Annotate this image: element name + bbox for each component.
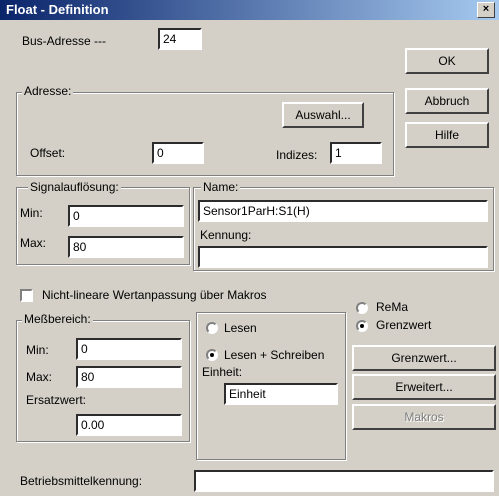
indizes-label: Indizes:	[276, 148, 318, 162]
signal-min-label: Min:	[20, 206, 43, 220]
betriebsmittel-input[interactable]	[194, 470, 494, 492]
signal-group-title: Signalauflösung:	[28, 180, 121, 194]
messbereich-max-input[interactable]: 80	[76, 366, 182, 388]
title-bar[interactable]: Float - Definition ×	[0, 0, 499, 20]
ersatzwert-label: Ersatzwert:	[26, 393, 87, 407]
auswahl-button[interactable]: Auswahl...	[282, 102, 364, 128]
messbereich-min-input[interactable]: 0	[76, 338, 182, 360]
betriebsmittel-label: Betriebsmittelkennung:	[20, 474, 143, 488]
ok-button[interactable]: OK	[405, 48, 489, 74]
name-group-title: Name:	[201, 180, 241, 194]
close-button[interactable]: ×	[477, 2, 495, 18]
grenzwert-button[interactable]: Grenzwert...	[352, 345, 496, 371]
ersatzwert-input[interactable]: 0.00	[76, 414, 182, 436]
signal-max-input[interactable]: 80	[68, 236, 184, 258]
bus-address-label: Bus-Adresse ---	[22, 34, 107, 48]
signal-min-input[interactable]: 0	[68, 205, 184, 227]
einheit-input[interactable]: Einheit	[224, 383, 338, 405]
float-definition-dialog: Float - Definition × Bus-Adresse --- 24 …	[0, 0, 499, 496]
lesen-radio-label: Lesen	[224, 321, 257, 335]
offset-label: Offset:	[30, 146, 66, 160]
grenzwert-radio-label: Grenzwert	[376, 318, 432, 332]
abbruch-button[interactable]: Abbruch	[405, 88, 489, 114]
nonlinear-checkbox[interactable]	[20, 289, 33, 302]
kennung-label: Kennung:	[200, 228, 252, 242]
window-title: Float - Definition	[6, 2, 109, 17]
erweitert-button[interactable]: Erweitert...	[352, 374, 496, 400]
indizes-input[interactable]: 1	[330, 142, 382, 164]
makros-button[interactable]: Makros	[352, 404, 496, 430]
einheit-label: Einheit:	[202, 365, 243, 379]
signal-max-label: Max:	[20, 236, 47, 250]
offset-input[interactable]: 0	[152, 142, 204, 164]
name-input[interactable]: Sensor1ParH:S1(H)	[198, 200, 488, 222]
lesen-radio[interactable]	[206, 322, 218, 334]
messbereich-group-title: Meßbereich:	[22, 312, 93, 326]
messbereich-min-label: Min:	[26, 343, 49, 357]
nonlinear-checkbox-label: Nicht-lineare Wertanpassung über Makros	[42, 288, 267, 302]
bus-address-input[interactable]: 24	[158, 28, 202, 50]
grenzwert-radio[interactable]	[356, 320, 368, 332]
rema-radio[interactable]	[356, 302, 368, 314]
kennung-input[interactable]	[198, 246, 488, 268]
lesen-schreiben-radio[interactable]	[206, 349, 218, 361]
adresse-group-title: Adresse:	[22, 84, 74, 98]
messbereich-max-label: Max:	[26, 370, 53, 384]
hilfe-button[interactable]: Hilfe	[405, 122, 489, 148]
lesen-schreiben-radio-label: Lesen + Schreiben	[224, 348, 325, 362]
rema-radio-label: ReMa	[376, 300, 409, 314]
